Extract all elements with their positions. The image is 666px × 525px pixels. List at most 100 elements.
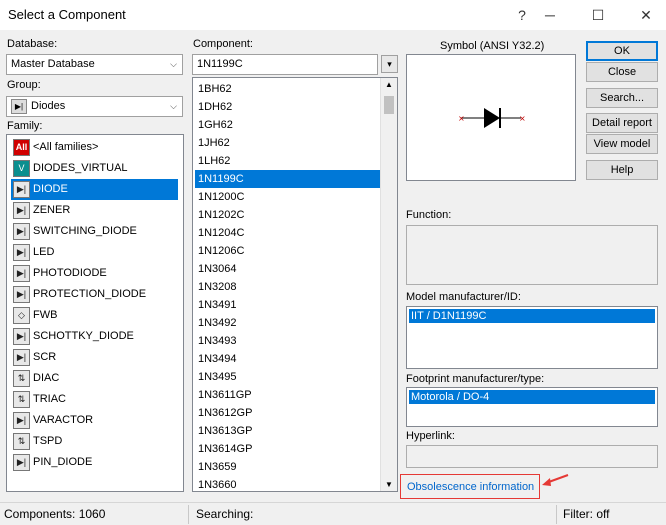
status-divider — [188, 505, 189, 524]
family-item[interactable]: ▶| SWITCHING_DIODE — [11, 221, 178, 242]
component-item[interactable]: 1N1200C — [195, 188, 381, 206]
component-list[interactable]: 1BH62 1DH62 1GH62 1JH62 1LH62 1N1199C 1N1200C 1… — [192, 77, 398, 492]
symbol-label: Symbol (ANSI Y32.2) — [440, 40, 545, 52]
minimize-button[interactable]: ─ — [530, 0, 570, 30]
schottky-icon: ▶| — [13, 328, 30, 345]
component-item[interactable]: 1N3660 — [195, 476, 381, 491]
model-label: Model manufacturer/ID: — [406, 291, 521, 303]
model-selected-row[interactable]: IIT / D1N1199C — [409, 309, 655, 323]
component-item[interactable]: 1N3611GP — [195, 386, 381, 404]
obsolescence-highlight: Obsolescence information — [400, 474, 540, 499]
group-select[interactable]: ▶| Diodes ⌵ — [6, 96, 183, 117]
component-item[interactable]: 1N1199C — [195, 170, 381, 188]
component-item[interactable]: 1BH62 — [195, 80, 381, 98]
component-item[interactable]: 1N3612GP — [195, 404, 381, 422]
family-item[interactable]: ▶| VARACTOR — [11, 410, 178, 431]
component-item[interactable]: 1N3614GP — [195, 440, 381, 458]
search-button[interactable]: Search... — [586, 88, 658, 108]
family-item[interactable]: ▶| DIODE — [11, 179, 178, 200]
component-item[interactable]: 1DH62 — [195, 98, 381, 116]
component-scrollbar[interactable]: ▲ ▼ — [380, 78, 397, 491]
family-item[interactable]: ▶| ZENER — [11, 200, 178, 221]
component-item[interactable]: 1JH62 — [195, 134, 381, 152]
components-count: Components: 1060 — [4, 507, 106, 521]
footprint-list[interactable]: Motorola / DO-4 — [406, 387, 658, 427]
family-item-label: SCHOTTKY_DIODE — [33, 330, 134, 342]
zener-icon: ▶| — [13, 202, 30, 219]
hyperlink-label: Hyperlink: — [406, 430, 455, 442]
component-search-input[interactable]: 1N1199C — [192, 54, 378, 75]
component-item[interactable]: 1N1204C — [195, 224, 381, 242]
pin-diode-icon: ▶| — [13, 454, 30, 471]
component-item[interactable]: 1N1202C — [195, 206, 381, 224]
family-item[interactable]: ◇ FWB — [11, 305, 178, 326]
family-item[interactable]: ▶| SCHOTTKY_DIODE — [11, 326, 178, 347]
tspd-icon: ⇅ — [13, 433, 30, 450]
svg-text:×: × — [519, 114, 526, 123]
function-field — [406, 225, 658, 285]
triac-icon: ⇅ — [13, 391, 30, 408]
all-families-icon: All — [13, 139, 30, 156]
component-item[interactable]: 1N3495 — [195, 368, 381, 386]
component-item[interactable]: 1N3494 — [195, 350, 381, 368]
family-item-label: ZENER — [33, 204, 71, 216]
close-icon: ✕ — [640, 7, 652, 23]
help-icon: ? — [518, 7, 526, 23]
component-item[interactable]: 1N3064 — [195, 260, 381, 278]
component-item[interactable]: 1N3493 — [195, 332, 381, 350]
scroll-thumb[interactable] — [384, 96, 394, 114]
switching-diode-icon: ▶| — [13, 223, 30, 240]
component-item[interactable]: 1LH62 — [195, 152, 381, 170]
family-item[interactable]: ▶| LED — [11, 242, 178, 263]
minimize-icon: ─ — [545, 7, 555, 23]
family-item[interactable]: ▶| SCR — [11, 347, 178, 368]
component-item[interactable]: 1GH62 — [195, 116, 381, 134]
detail-report-button[interactable]: Detail report — [586, 113, 658, 133]
family-item[interactable]: V DIODES_VIRTUAL — [11, 158, 178, 179]
ok-button[interactable]: OK — [586, 41, 658, 61]
obsolescence-link[interactable]: Obsolescence information — [407, 481, 534, 493]
diode-symbol-icon: × × — [458, 108, 526, 128]
component-item[interactable]: 1N3492 — [195, 314, 381, 332]
component-item[interactable]: 1N3491 — [195, 296, 381, 314]
family-item-label: TSPD — [33, 435, 63, 447]
component-item[interactable]: 1N3659 — [195, 458, 381, 476]
filter-button[interactable]: ▾ — [381, 55, 398, 73]
component-item[interactable]: 1N1206C — [195, 242, 381, 260]
database-select[interactable]: Master Database ⌵ — [6, 54, 183, 75]
component-item[interactable]: 1N3208 — [195, 278, 381, 296]
family-item-label: TRIAC — [33, 393, 66, 405]
family-item-label: LED — [33, 246, 55, 258]
component-item[interactable]: 1N3613GP — [195, 422, 381, 440]
family-item-label: FWB — [33, 309, 58, 321]
family-list[interactable]: All <All families> V DIODES_VIRTUAL ▶| DIODE ▶… — [6, 134, 184, 492]
family-item[interactable]: ⇅ TSPD — [11, 431, 178, 452]
family-item-label: PROTECTION_DIODE — [33, 288, 147, 300]
family-item-label: <All families> — [33, 141, 99, 153]
hyperlink-field — [406, 445, 658, 468]
component-label: Component: — [193, 38, 253, 50]
database-label: Database: — [7, 38, 58, 50]
family-item[interactable]: All <All families> — [11, 137, 178, 158]
scroll-down-icon[interactable]: ▼ — [385, 480, 393, 489]
family-item-label: DIAC — [33, 372, 60, 384]
view-model-button[interactable]: View model — [586, 134, 658, 154]
component-value: 1N1199C — [197, 58, 243, 70]
svg-text:×: × — [458, 114, 465, 123]
chevron-down-icon: ⌵ — [170, 59, 177, 69]
family-item[interactable]: ▶| PHOTODIODE — [11, 263, 178, 284]
family-item[interactable]: ⇅ DIAC — [11, 368, 178, 389]
family-item[interactable]: ▶| PROTECTION_DIODE — [11, 284, 178, 305]
family-item[interactable]: ▶| PIN_DIODE — [11, 452, 178, 473]
maximize-icon: ☐ — [591, 7, 605, 23]
family-item[interactable]: ⇅ TRIAC — [11, 389, 178, 410]
close-button[interactable]: Close — [586, 62, 658, 82]
fwb-icon: ◇ — [13, 307, 30, 324]
help-button[interactable]: Help — [586, 160, 658, 180]
scroll-up-icon[interactable]: ▲ — [385, 80, 393, 89]
close-window-button[interactable]: ✕ — [626, 0, 666, 30]
maximize-button[interactable]: ☐ — [578, 0, 618, 30]
footprint-selected-row[interactable]: Motorola / DO-4 — [409, 390, 655, 404]
model-list[interactable]: IIT / D1N1199C — [406, 306, 658, 369]
protection-diode-icon: ▶| — [13, 286, 30, 303]
